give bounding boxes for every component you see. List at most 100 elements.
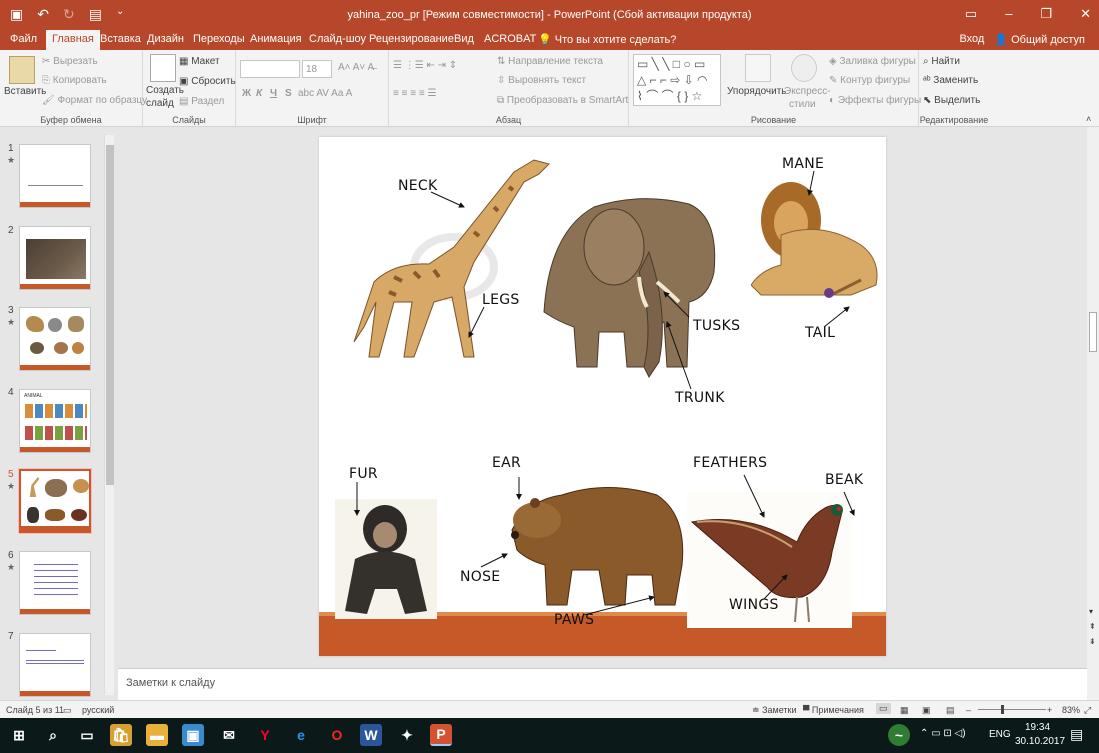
section-button[interactable]: ▤ Раздел — [179, 96, 224, 107]
quick-styles-label-1[interactable]: Экспресс- — [784, 86, 831, 97]
format-painter-button[interactable]: 🖌 Формат по образцу — [42, 95, 147, 106]
tab-home[interactable]: Главная — [46, 30, 100, 50]
zoom-slider[interactable] — [978, 709, 1046, 710]
label-mane[interactable]: MANE — [782, 156, 824, 172]
quick-styles-icon[interactable] — [791, 54, 817, 82]
tab-file[interactable]: Файл — [10, 33, 37, 45]
align-buttons[interactable]: ≡ ≡ ≡ ≡ ☰ — [393, 88, 436, 99]
align-text-button[interactable]: ⇳ Выровнять текст — [497, 75, 586, 86]
zoom-in-icon[interactable]: + — [1047, 705, 1052, 715]
store-icon[interactable]: 🛍 — [110, 724, 132, 746]
arrange-button[interactable]: Упорядочить — [727, 86, 787, 97]
zoom-slider-thumb[interactable] — [1001, 705, 1004, 714]
language-tray[interactable]: ENG — [989, 729, 1011, 740]
slide-sorter-icon[interactable]: ▦ — [900, 705, 909, 716]
task-view-icon[interactable]: ▭ — [76, 724, 98, 746]
font-name-input[interactable] — [240, 60, 300, 78]
shape-outline-button[interactable]: ✎ Контур фигуры — [829, 75, 910, 86]
reset-button[interactable]: ▣ Сбросить — [179, 76, 236, 87]
opera-icon[interactable]: O — [326, 724, 348, 746]
windows-start-icon[interactable]: ⊞ — [8, 724, 30, 746]
notes-pane[interactable]: Заметки к слайду — [118, 668, 1087, 700]
clock-date[interactable]: 30.10.2017 — [1015, 736, 1065, 747]
share-button[interactable]: 👤 Общий доступ — [994, 33, 1085, 46]
shapes-gallery[interactable]: ▭ ╲ ╲ □ ○ ▭ △ ⌐ ⌐ ⇨ ⇩ ◠ ⌇ ⌒ ⌒ { } ☆ — [633, 54, 721, 106]
tab-slideshow[interactable]: Слайд-шоу — [309, 33, 366, 45]
clock-time[interactable]: 19:34 — [1025, 722, 1050, 733]
signin-link[interactable]: Вход — [959, 33, 984, 46]
spellcheck-icon[interactable]: ▭ — [63, 705, 72, 716]
thumbnails-scrollbar[interactable] — [104, 135, 114, 695]
maximize-icon[interactable]: ❐ — [1040, 6, 1052, 22]
replace-button[interactable]: ᵃᵇ Заменить — [923, 75, 978, 86]
label-neck[interactable]: NECK — [398, 178, 437, 194]
label-trunk[interactable]: TRUNK — [675, 390, 725, 406]
italic-button[interactable]: К — [256, 88, 262, 99]
label-feathers[interactable]: FEATHERS — [693, 455, 767, 471]
language-indicator[interactable]: русский — [82, 705, 114, 715]
tab-transitions[interactable]: Переходы — [193, 33, 245, 45]
mail-icon[interactable]: ✉ — [218, 724, 240, 746]
tab-review[interactable]: Рецензирование — [369, 33, 454, 45]
tab-acrobat[interactable]: ACROBAT — [484, 33, 536, 45]
smartart-button[interactable]: ⧉ Преобразовать в SmartArt — [497, 95, 628, 106]
reading-view-icon[interactable]: ▣ — [922, 705, 931, 716]
list-buttons[interactable]: ☰ ⋮☰ ⇤ ⇥ ⇕ — [393, 60, 457, 71]
edge-icon[interactable]: e — [290, 724, 312, 746]
paste-button[interactable]: Вставить — [4, 86, 46, 97]
underline-button[interactable]: Ч — [270, 88, 277, 99]
select-button[interactable]: ⬉ Выделить — [923, 95, 980, 106]
font-grow-shrink[interactable]: A˄ A˅ A̶ — [338, 62, 374, 73]
font-size-input[interactable]: 18 — [302, 60, 332, 78]
cut-button[interactable]: ✂ Вырезать — [42, 56, 98, 67]
tray-icons[interactable]: ⌃ ▭ ⊡ ◁) — [920, 728, 966, 739]
normal-view-icon[interactable]: ▭ — [876, 703, 891, 714]
slide-thumbnail-5[interactable] — [19, 469, 91, 533]
label-legs[interactable]: LEGS — [482, 292, 520, 308]
tab-insert[interactable]: Вставка — [100, 33, 141, 45]
ribbon-display-icon[interactable]: ▭ — [965, 6, 977, 22]
find-button[interactable]: ⌕ Найти — [923, 56, 960, 67]
label-tail[interactable]: TAIL — [805, 325, 835, 341]
slide-thumbnail-1[interactable] — [19, 144, 91, 208]
slide-thumbnail-4[interactable]: ANIMAL — [19, 389, 91, 453]
slide-thumbnail-3[interactable] — [19, 307, 91, 371]
collapse-ribbon-icon[interactable]: ˄ — [1086, 114, 1091, 124]
yandex-icon[interactable]: Y — [254, 724, 276, 746]
file-explorer-icon[interactable]: ▬ — [146, 724, 168, 746]
next-slide-icon[interactable]: ⇟ — [1089, 637, 1096, 646]
zoom-out-icon[interactable]: – — [966, 705, 971, 715]
label-fur[interactable]: FUR — [349, 466, 378, 482]
shadow-button[interactable]: S — [285, 88, 292, 99]
word-icon[interactable]: W — [360, 724, 382, 746]
shape-fill-button[interactable]: ◈ Заливка фигуры — [829, 56, 916, 67]
tray-app-icon[interactable]: ~ — [888, 724, 910, 746]
tell-me-search[interactable]: 💡 Что вы хотите сделать? — [538, 33, 676, 46]
comments-toggle[interactable]: ▀ Примечания — [803, 705, 864, 715]
minimize-icon[interactable]: – — [1005, 6, 1012, 22]
app-icon[interactable]: ✦ — [396, 724, 418, 746]
scroll-down-icon[interactable]: ▾ — [1089, 607, 1093, 616]
text-direction-button[interactable]: ⇅ Направление текста — [497, 56, 603, 67]
shape-effects-button[interactable]: ◐ Эффекты фигуры — [829, 95, 921, 106]
paste-icon[interactable] — [9, 56, 35, 84]
slideshow-view-icon[interactable]: ▤ — [946, 705, 955, 716]
arrange-icon[interactable] — [745, 54, 771, 82]
label-ear[interactable]: EAR — [492, 455, 521, 471]
layout-button[interactable]: ▦ Макет — [179, 56, 220, 67]
app-icon[interactable]: ▣ — [182, 724, 204, 746]
tab-design[interactable]: Дизайн — [147, 33, 184, 45]
tab-view[interactable]: Вид — [454, 33, 474, 45]
slide-thumbnail-7[interactable] — [19, 633, 91, 697]
slide-canvas[interactable]: NECK LEGS TUSKS TRUNK MANE TAIL FUR EAR … — [319, 137, 886, 656]
tab-animations[interactable]: Анимация — [250, 33, 302, 45]
bold-button[interactable]: Ж — [242, 88, 251, 99]
powerpoint-icon[interactable]: P — [430, 724, 452, 746]
notifications-icon[interactable]: ▤ — [1070, 726, 1083, 743]
slide-scrollbar[interactable]: ▾ ⇞ ⇟ — [1087, 127, 1099, 700]
new-slide-label-2[interactable]: слайд — [146, 98, 174, 109]
label-paws[interactable]: PAWS — [554, 612, 594, 628]
scrollbar-thumb[interactable] — [1089, 312, 1097, 352]
search-icon[interactable]: ⌕ — [42, 724, 64, 746]
new-slide-icon[interactable] — [150, 54, 176, 82]
